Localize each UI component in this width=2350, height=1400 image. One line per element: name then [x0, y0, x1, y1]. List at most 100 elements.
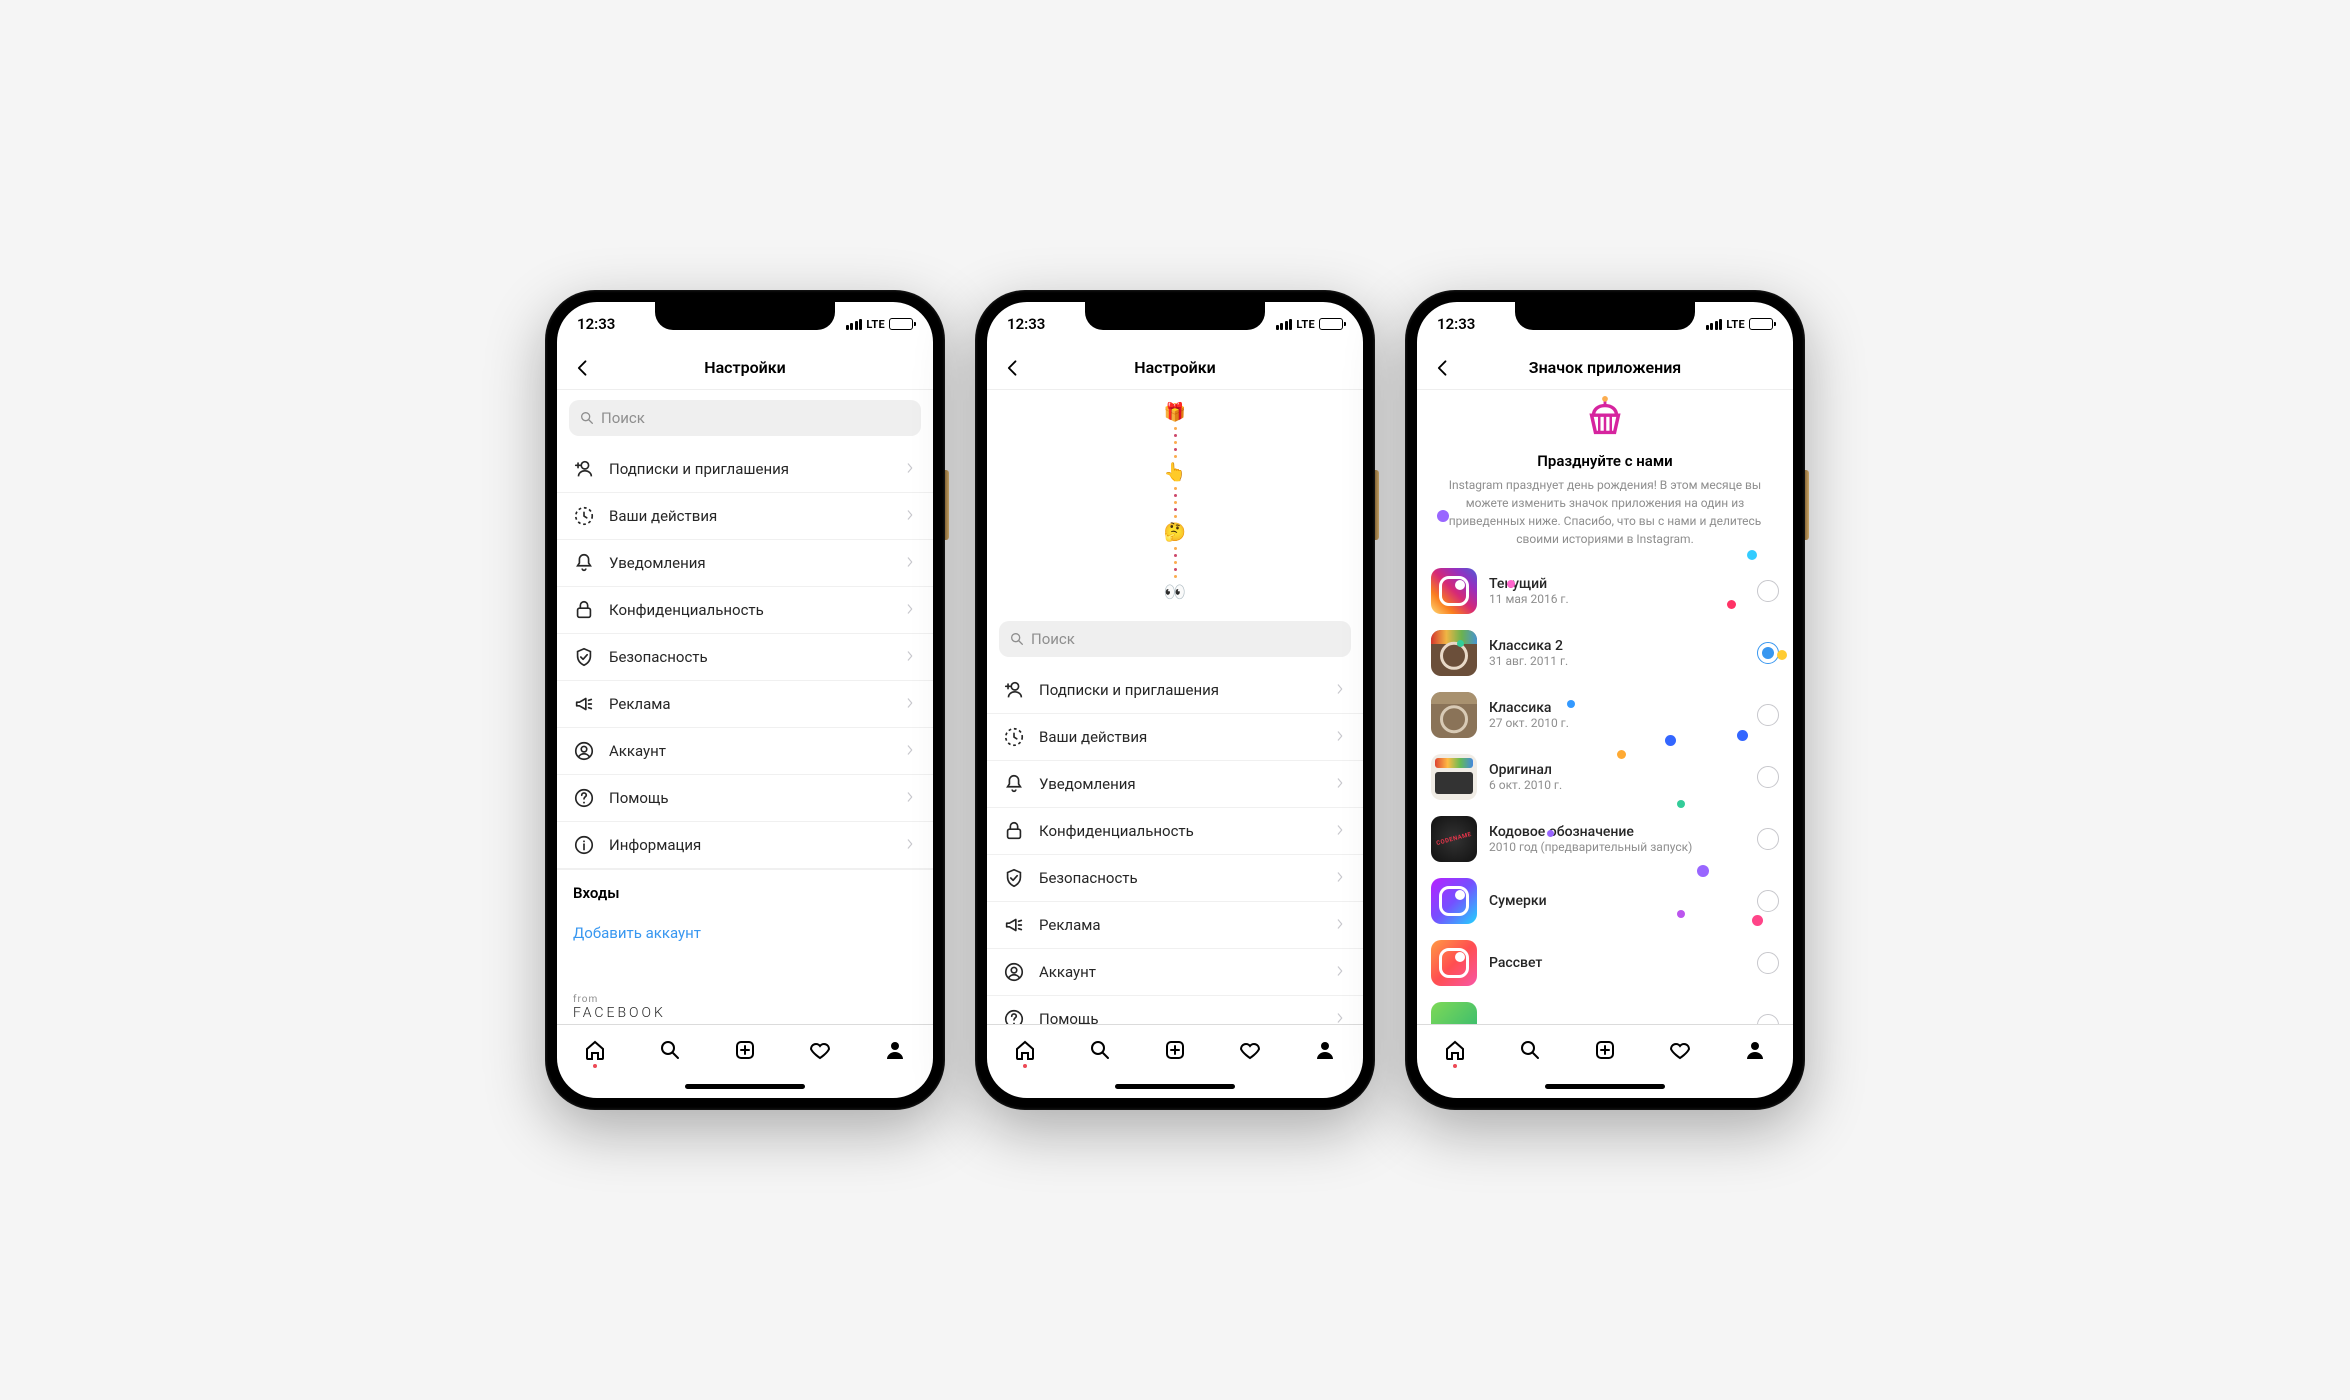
search-input[interactable]: Поиск [569, 400, 921, 436]
home-icon [583, 1038, 607, 1062]
footer: from FACEBOOK [557, 954, 933, 1024]
radio-button[interactable] [1757, 1014, 1779, 1024]
phone-3: 12:33 LTE Значок приложения Празднуйте с… [1405, 290, 1805, 1110]
back-button[interactable] [571, 356, 595, 380]
radio-button[interactable] [1757, 890, 1779, 912]
icon-thumbnail [1431, 754, 1477, 800]
logins-header: Входы [557, 869, 933, 912]
option-subtitle: 2010 год (предварительный запуск) [1489, 840, 1745, 854]
chevron-right-icon [903, 460, 917, 479]
row-label: Реклама [609, 695, 889, 713]
back-button[interactable] [1431, 356, 1455, 380]
settings-row[interactable]: Безопасность [987, 855, 1363, 902]
tab-search[interactable] [656, 1036, 684, 1064]
home-indicator[interactable] [1417, 1074, 1793, 1098]
tab-add[interactable] [1161, 1036, 1189, 1064]
option-title: Рассвет [1489, 955, 1745, 971]
icon-option-row[interactable]: Классика 2 31 авг. 2011 г. [1417, 622, 1793, 684]
chevron-right-icon [1333, 681, 1347, 700]
tab-home[interactable] [1011, 1036, 1039, 1064]
icon-option-row[interactable]: Рассвет [1417, 932, 1793, 994]
radio-button[interactable] [1757, 766, 1779, 788]
icon-thumbnail [1431, 940, 1477, 986]
radio-button[interactable] [1757, 580, 1779, 602]
tab-profile[interactable] [1741, 1036, 1769, 1064]
page-title: Настройки [704, 358, 786, 377]
icon-option-row[interactable]: Классика 27 окт. 2010 г. [1417, 684, 1793, 746]
settings-row[interactable]: Конфиденциальность [987, 808, 1363, 855]
chevron-right-icon [903, 836, 917, 855]
settings-row[interactable]: Подписки и приглашения [987, 667, 1363, 714]
settings-row[interactable]: Уведомления [987, 761, 1363, 808]
tab-search[interactable] [1516, 1036, 1544, 1064]
icon-thumbnail [1431, 816, 1477, 862]
tab-likes[interactable] [806, 1036, 834, 1064]
icon-option-row[interactable]: Оригинал 6 окт. 2010 г. [1417, 746, 1793, 808]
emoji-easter-egg[interactable]: 🎁👆🤔👀 [987, 390, 1363, 611]
settings-row[interactable]: Помощь [557, 775, 933, 822]
home-indicator[interactable] [557, 1074, 933, 1098]
row-label: Аккаунт [1039, 963, 1319, 981]
settings-row[interactable]: Помощь [987, 996, 1363, 1024]
settings-row[interactable]: Информация [557, 822, 933, 869]
megaphone-icon [1003, 914, 1025, 936]
content: Празднуйте с нами Instagram празднует де… [1417, 390, 1793, 1024]
content: 🎁👆🤔👀 Поиск Подписки и приглашения Ваши д… [987, 390, 1363, 1024]
settings-row[interactable]: Реклама [557, 681, 933, 728]
lock-icon [1003, 820, 1025, 842]
content: Поиск Подписки и приглашения Ваши действ… [557, 390, 933, 1024]
settings-row[interactable]: Ваши действия [987, 714, 1363, 761]
row-label: Ваши действия [609, 507, 889, 525]
row-label: Конфиденциальность [1039, 822, 1319, 840]
shield-icon [1003, 867, 1025, 889]
icon-option-row[interactable]: Текущий 11 мая 2016 г. [1417, 560, 1793, 622]
search-input[interactable]: Поиск [999, 621, 1351, 657]
tab-add[interactable] [731, 1036, 759, 1064]
tab-add[interactable] [1591, 1036, 1619, 1064]
tab-home[interactable] [581, 1036, 609, 1064]
chevron-right-icon [1333, 963, 1347, 982]
settings-row[interactable]: Подписки и приглашения [557, 446, 933, 493]
shield-icon [573, 646, 595, 668]
chevron-right-icon [903, 648, 917, 667]
lock-icon [573, 599, 595, 621]
radio-button[interactable] [1757, 952, 1779, 974]
tab-likes[interactable] [1236, 1036, 1264, 1064]
tab-search[interactable] [1086, 1036, 1114, 1064]
settings-list: Подписки и приглашения Ваши действия Уве… [557, 446, 933, 869]
settings-row[interactable]: Уведомления [557, 540, 933, 587]
settings-row[interactable]: Аккаунт [557, 728, 933, 775]
add-user-icon [573, 458, 595, 480]
settings-row[interactable]: Аккаунт [987, 949, 1363, 996]
phone-2: 12:33 LTE Настройки 🎁👆🤔👀 Поиск Подписки … [975, 290, 1375, 1110]
icon-option-row[interactable]: Кодовое обозначение 2010 год (предварите… [1417, 808, 1793, 870]
settings-row[interactable]: Безопасность [557, 634, 933, 681]
chevron-right-icon [903, 789, 917, 808]
icon-option-row[interactable] [1417, 994, 1793, 1024]
settings-row[interactable]: Конфиденциальность [557, 587, 933, 634]
tab-likes[interactable] [1666, 1036, 1694, 1064]
back-button[interactable] [1001, 356, 1025, 380]
tab-home[interactable] [1441, 1036, 1469, 1064]
option-subtitle: 31 авг. 2011 г. [1489, 654, 1745, 668]
add-account-link[interactable]: Добавить аккаунт [557, 912, 933, 954]
radio-button[interactable] [1757, 704, 1779, 726]
tab-profile[interactable] [881, 1036, 909, 1064]
emoji: 👆 [1164, 462, 1186, 483]
icon-thumbnail [1431, 692, 1477, 738]
settings-row[interactable]: Реклама [987, 902, 1363, 949]
home-indicator[interactable] [987, 1074, 1363, 1098]
emoji: 👀 [1164, 582, 1186, 603]
tab-profile[interactable] [1311, 1036, 1339, 1064]
celebrate-desc: Instagram празднует день рождения! В это… [1435, 476, 1775, 548]
notch [1085, 302, 1265, 330]
radio-button[interactable] [1757, 828, 1779, 850]
radio-button[interactable] [1757, 642, 1779, 664]
row-label: Помощь [609, 789, 889, 807]
screen-3: 12:33 LTE Значок приложения Празднуйте с… [1417, 302, 1793, 1098]
chevron-right-icon [903, 507, 917, 526]
battery-icon [1749, 318, 1773, 330]
icon-option-row[interactable]: Сумерки [1417, 870, 1793, 932]
settings-row[interactable]: Ваши действия [557, 493, 933, 540]
info-icon [573, 834, 595, 856]
